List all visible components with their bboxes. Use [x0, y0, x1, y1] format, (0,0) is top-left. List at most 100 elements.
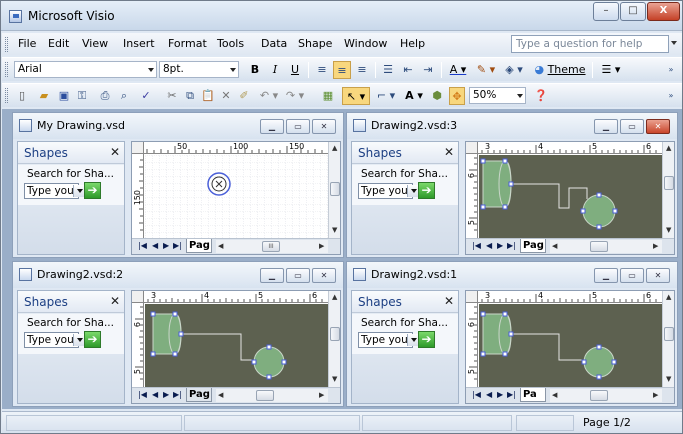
delete-icon[interactable]: ✕	[218, 87, 234, 105]
theme-button[interactable]: ◕ Theme	[531, 61, 589, 79]
horizontal-scrollbar[interactable]: ◀ ▶	[550, 240, 662, 253]
first-page-icon[interactable]: |◀	[138, 390, 147, 399]
title-bar[interactable]: Microsoft Visio – □ X	[1, 1, 682, 31]
shapes-pane-close-icon[interactable]: ✕	[444, 294, 454, 308]
search-shapes-input[interactable]: Type you	[24, 183, 85, 199]
align-left-icon[interactable]: ≡	[313, 61, 331, 79]
connector-tool-icon[interactable]: ⌐ ▾	[373, 87, 399, 105]
align-center-icon[interactable]: ≡	[333, 61, 351, 79]
pointer-tool-icon[interactable]: ↖ ▾	[342, 87, 370, 105]
horizontal-ruler[interactable]: 3 4 5 6	[478, 142, 662, 154]
toolbar-overflow-icon[interactable]: »	[666, 87, 676, 105]
horizontal-scroll-thumb[interactable]	[590, 241, 608, 252]
new-drawing-icon[interactable]: ▯	[14, 87, 30, 105]
window-maximize-button[interactable]: ▭	[286, 268, 310, 283]
shapes-pane-close-icon[interactable]: ✕	[444, 145, 454, 159]
scroll-left-icon[interactable]: ◀	[218, 391, 223, 399]
cylinder-shape[interactable]	[152, 313, 182, 355]
scroll-right-icon[interactable]: ▶	[319, 391, 324, 399]
next-page-icon[interactable]: ▶	[163, 390, 169, 399]
search-shapes-input[interactable]: Type you	[24, 332, 85, 348]
page-tab[interactable]: Pag	[520, 239, 546, 253]
maximize-button[interactable]: □	[620, 2, 646, 21]
menu-file[interactable]: File	[18, 37, 36, 50]
minimize-button[interactable]: –	[593, 2, 619, 21]
stencil-icon[interactable]: ⬢	[429, 87, 445, 105]
bold-button[interactable]: B	[246, 61, 264, 79]
previous-page-icon[interactable]: ◀	[152, 390, 158, 399]
window-minimize-button[interactable]: ▁	[594, 119, 618, 134]
scroll-up-icon[interactable]: ▲	[666, 144, 671, 152]
vertical-scrollbar[interactable]: ▲ ▼	[328, 291, 340, 387]
horizontal-scroll-thumb[interactable]	[590, 390, 608, 401]
menu-edit[interactable]: Edit	[48, 37, 69, 50]
first-page-icon[interactable]: |◀	[472, 390, 481, 399]
scroll-up-icon[interactable]: ▲	[666, 293, 671, 301]
search-go-button[interactable]: ➔	[84, 182, 101, 199]
last-page-icon[interactable]: ▶|	[507, 241, 516, 250]
print-preview-icon[interactable]: ⌕	[116, 87, 132, 105]
decrease-indent-icon[interactable]: ⇤	[399, 61, 417, 79]
window-maximize-button[interactable]: ▭	[620, 119, 644, 134]
next-page-icon[interactable]: ▶	[497, 241, 503, 250]
font-name-combo[interactable]: Arial	[14, 61, 157, 78]
vertical-ruler[interactable]: 6 5	[466, 303, 478, 387]
search-go-button[interactable]: ➔	[84, 331, 101, 348]
next-page-icon[interactable]: ▶	[497, 390, 503, 399]
window-minimize-button[interactable]: ▁	[260, 119, 284, 134]
scroll-left-icon[interactable]: ◀	[552, 242, 557, 250]
vertical-scrollbar[interactable]: ▲ ▼	[328, 142, 340, 238]
circle-shape[interactable]	[583, 346, 615, 378]
toolbar-overflow-icon[interactable]: »	[666, 61, 676, 79]
shapes-window-icon[interactable]: ▦	[320, 87, 336, 105]
zoom-dropdown-icon[interactable]	[517, 94, 523, 98]
menu-view[interactable]: View	[82, 37, 108, 50]
ask-question-dropdown-icon[interactable]	[671, 41, 677, 45]
visio-app-icon[interactable]	[9, 10, 22, 23]
cylinder-shape[interactable]	[482, 160, 512, 208]
help-icon[interactable]: ❓	[533, 87, 549, 105]
horizontal-ruler[interactable]: 3 4 5 6	[144, 291, 328, 303]
font-size-dropdown-icon[interactable]	[230, 68, 236, 72]
scroll-left-icon[interactable]: ◀	[218, 242, 223, 250]
menu-help[interactable]: Help	[400, 37, 425, 50]
italic-button[interactable]: I	[266, 61, 284, 79]
scroll-right-icon[interactable]: ▶	[319, 242, 324, 250]
ask-question-input[interactable]: Type a question for help	[511, 35, 669, 53]
previous-page-icon[interactable]: ◀	[486, 241, 492, 250]
circle-shape[interactable]	[582, 194, 616, 228]
menu-data[interactable]: Data	[261, 37, 287, 50]
horizontal-ruler[interactable]: 3 4 5 6	[478, 291, 662, 303]
vertical-scroll-thumb[interactable]	[664, 176, 674, 190]
page-tab[interactable]: Pa	[520, 388, 546, 402]
font-color-icon[interactable]: A ▾	[445, 61, 471, 79]
window-close-button[interactable]: ✕	[646, 119, 670, 134]
horizontal-scrollbar[interactable]: ◀ ▶	[216, 389, 328, 402]
first-page-icon[interactable]: |◀	[472, 241, 481, 250]
window-maximize-button[interactable]: ▭	[620, 268, 644, 283]
window-minimize-button[interactable]: ▁	[260, 268, 284, 283]
shapes-pane-close-icon[interactable]: ✕	[110, 145, 120, 159]
window-maximize-button[interactable]: ▭	[286, 119, 310, 134]
previous-page-icon[interactable]: ◀	[486, 390, 492, 399]
fill-color-icon[interactable]: ◈ ▾	[501, 61, 527, 79]
previous-page-icon[interactable]: ◀	[152, 241, 158, 250]
scroll-down-icon[interactable]: ▼	[332, 226, 337, 234]
page-tab[interactable]: Pag	[186, 388, 212, 402]
save-icon[interactable]: ▣	[56, 87, 72, 105]
line-weight-icon[interactable]: ☰ ▾	[598, 61, 624, 79]
pan-zoom-icon[interactable]: ✥	[449, 87, 465, 105]
horizontal-scrollbar[interactable]: ◀ ▶	[550, 389, 662, 402]
drawing-window-titlebar[interactable]: Drawing2.vsd:3 ▁ ▭ ✕	[347, 113, 677, 139]
zoom-combo[interactable]: 50%	[469, 87, 526, 104]
vertical-scroll-thumb[interactable]	[330, 327, 340, 341]
open-folder-icon[interactable]: ▰	[34, 87, 54, 105]
print-icon[interactable]: ⎙	[96, 87, 114, 105]
scroll-down-icon[interactable]: ▼	[666, 226, 671, 234]
menu-tools[interactable]: Tools	[217, 37, 244, 50]
last-page-icon[interactable]: ▶|	[173, 241, 182, 250]
scroll-down-icon[interactable]: ▼	[332, 375, 337, 383]
scroll-down-icon[interactable]: ▼	[666, 375, 671, 383]
line-color-icon[interactable]: ✎ ▾	[473, 61, 499, 79]
vertical-ruler[interactable]: 6 5	[132, 303, 144, 387]
